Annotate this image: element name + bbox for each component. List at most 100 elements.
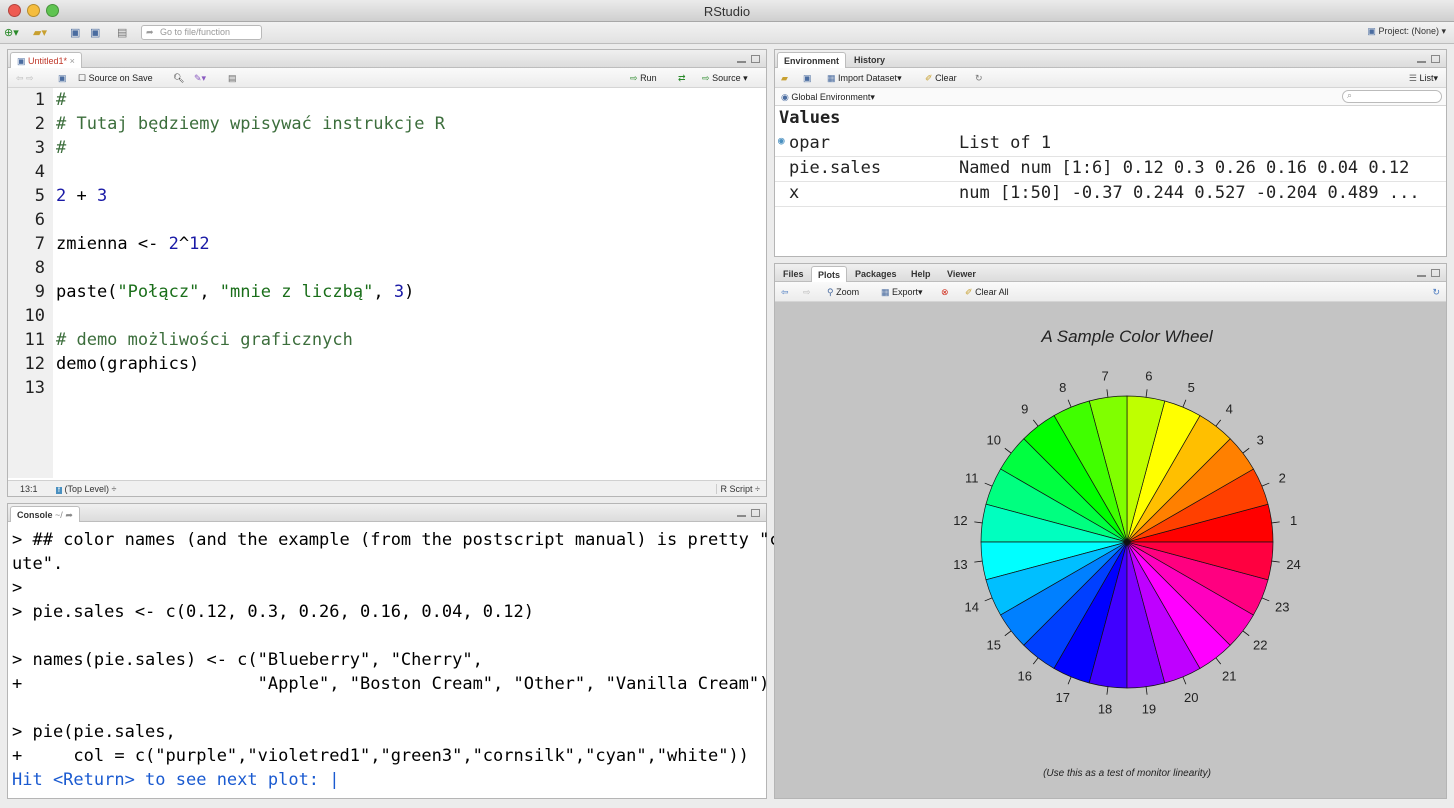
refresh-plot-icon[interactable]: ↻ — [1432, 286, 1440, 298]
run-button[interactable]: ⇨ Run — [630, 72, 657, 84]
remove-plot-icon[interactable]: ⊗ — [941, 286, 949, 298]
maximize-plots-icon[interactable] — [1431, 269, 1440, 277]
save-all-icon[interactable]: ▣ — [90, 26, 100, 40]
code-line[interactable]: 2 + 3 — [56, 186, 107, 206]
console-line: > — [12, 578, 23, 598]
close-tab-icon[interactable]: × — [70, 56, 75, 66]
clear-all-button[interactable]: ✐ Clear All — [965, 286, 1009, 298]
rerun-icon[interactable]: ⇄ — [678, 72, 686, 84]
tab-untitled1[interactable]: ▣ Untitled1* × — [10, 52, 82, 68]
console-title: Console — [17, 510, 53, 520]
next-plot-icon[interactable]: ⇨ — [803, 286, 811, 298]
project-label: Project: (None) — [1378, 26, 1439, 36]
code-line[interactable]: # demo możliwości graficznych — [56, 330, 353, 350]
back-icon[interactable]: ⇦ ⇨ — [16, 72, 34, 84]
editor-pane: ▣ Untitled1* × ⇦ ⇨ ▣ ☐ Source on Save 🔍︎… — [7, 49, 767, 497]
tab-console[interactable]: Console ~/ ➦ — [10, 506, 80, 522]
code-line[interactable]: paste("Połącz", "mnie z liczbą", 3) — [56, 282, 414, 302]
load-workspace-icon[interactable]: ▰ — [781, 72, 788, 84]
env-row[interactable]: x num [1:50] -0.37 0.244 0.527 -0.204 0.4… — [775, 182, 1446, 207]
slice-label: 7 — [1101, 368, 1108, 383]
minimize-console-icon[interactable] — [737, 509, 746, 517]
code-line[interactable]: demo(graphics) — [56, 354, 199, 374]
broom-icon: ✐ — [925, 73, 933, 83]
line-number: 13 — [24, 378, 45, 398]
refresh-env-icon[interactable]: ↻ — [975, 72, 983, 84]
label-tick — [1261, 482, 1270, 487]
import-dataset-button[interactable]: ▦ Import Dataset▾ — [827, 72, 902, 84]
prev-plot-icon[interactable]: ⇦ — [781, 286, 789, 298]
source-icon: ⇨ — [702, 73, 710, 83]
console-line: + col = c("purple","violetred1","green3"… — [12, 746, 749, 766]
source-button[interactable]: ⇨ Source ▾ — [702, 72, 748, 84]
import-dataset-label: Import Dataset — [838, 73, 898, 83]
expand-icon[interactable]: ◉ — [778, 134, 785, 147]
view-mode-menu[interactable]: ☰ List▾ — [1409, 72, 1438, 84]
plots-tabbar: Files Plots Packages Help Viewer — [775, 264, 1446, 282]
code-line[interactable]: zmienna <- 2^12 — [56, 234, 210, 254]
slice-label: 11 — [965, 471, 979, 486]
open-folder-icon[interactable]: ▰▾ — [33, 26, 47, 40]
source-on-save-checkbox[interactable]: ☐ Source on Save — [78, 72, 153, 84]
label-tick — [1242, 447, 1250, 454]
new-file-icon[interactable]: ⊕▾ — [4, 26, 19, 40]
line-number: 3 — [34, 138, 45, 158]
code-line[interactable]: # Tutaj będziemy wpisywać instrukcje R — [56, 114, 445, 134]
tab-help[interactable]: Help — [905, 266, 937, 282]
console-prompt[interactable]: Hit <Return> to see next plot: | — [12, 770, 340, 790]
tab-history[interactable]: History — [848, 52, 891, 68]
zoom-button[interactable]: ⚲ Zoom — [827, 286, 859, 298]
export-button[interactable]: ▦ Export▾ — [881, 286, 923, 298]
save-file-icon[interactable]: ▣ — [58, 72, 67, 84]
env-search-input[interactable]: ⌕ — [1342, 90, 1442, 103]
goto-dir-icon[interactable]: ➦ — [65, 510, 73, 520]
find-icon[interactable]: 🔍︎ — [173, 72, 184, 84]
slice-label: 19 — [1142, 702, 1156, 717]
list-icon: ☰ — [1408, 73, 1417, 83]
values-section-header: Values — [779, 108, 841, 128]
print-icon[interactable]: ▤ — [117, 26, 127, 40]
code-line[interactable]: # — [56, 138, 66, 158]
save-icon[interactable]: ▣ — [70, 26, 80, 40]
env-row[interactable]: ◉ opar List of 1 — [775, 132, 1446, 157]
slice-label: 18 — [1098, 702, 1112, 717]
slice-label: 21 — [1222, 668, 1236, 683]
compile-notebook-icon[interactable]: ▤ — [228, 72, 237, 84]
file-type-menu[interactable]: R Script ÷ — [715, 484, 760, 494]
save-workspace-icon[interactable]: ▣ — [803, 72, 812, 84]
line-number-gutter: 1 2 3 4 5 6 7 8 9 10 11 12 13 — [8, 88, 53, 478]
scope-menu[interactable]: f (Top Level) ÷ — [56, 484, 116, 494]
chart-subtitle: (Use this as a test of monitor linearity… — [1043, 768, 1211, 779]
console-line: > pie.sales <- c(0.12, 0.3, 0.26, 0.16, … — [12, 602, 534, 622]
r-globe-icon: ◉ — [781, 92, 789, 102]
search-icon: ⌕ — [1347, 90, 1353, 100]
label-tick — [984, 597, 993, 602]
tab-environment[interactable]: Environment — [777, 52, 847, 68]
tab-plots[interactable]: Plots — [811, 266, 848, 282]
env-row[interactable]: pie.sales Named num [1:6] 0.12 0.3 0.26 0… — [775, 157, 1446, 182]
wand-icon[interactable]: ✎▾ — [194, 72, 206, 84]
label-tick — [1215, 419, 1222, 427]
maximize-console-icon[interactable] — [751, 509, 760, 517]
clear-label: Clear — [935, 73, 957, 83]
run-icon: ⇨ — [630, 73, 638, 83]
clear-env-button[interactable]: ✐ Clear — [925, 72, 957, 84]
slice-label: 4 — [1226, 402, 1233, 417]
maximize-env-icon[interactable] — [1431, 55, 1440, 63]
minimize-pane-icon[interactable] — [737, 55, 746, 63]
minimize-plots-icon[interactable] — [1417, 269, 1426, 277]
env-scope-menu[interactable]: ◉ Global Environment▾ — [781, 91, 875, 103]
project-menu[interactable]: ▣ Project: (None) ▾ — [1367, 26, 1446, 37]
code-line[interactable]: # — [56, 90, 66, 110]
tab-viewer[interactable]: Viewer — [941, 266, 982, 282]
maximize-pane-icon[interactable] — [751, 55, 760, 63]
tab-packages[interactable]: Packages — [849, 266, 903, 282]
goto-file-input[interactable]: ➦ Go to file/function — [141, 25, 262, 40]
tab-files[interactable]: Files — [777, 266, 810, 282]
scope-label: (Top Level) — [64, 484, 109, 494]
line-number: 2 — [34, 114, 45, 134]
label-tick — [1032, 419, 1039, 427]
environment-pane: Environment History ▰ ▣ ▦ Import Dataset… — [774, 49, 1447, 257]
clear-all-label: Clear All — [975, 287, 1009, 297]
minimize-env-icon[interactable] — [1417, 55, 1426, 63]
